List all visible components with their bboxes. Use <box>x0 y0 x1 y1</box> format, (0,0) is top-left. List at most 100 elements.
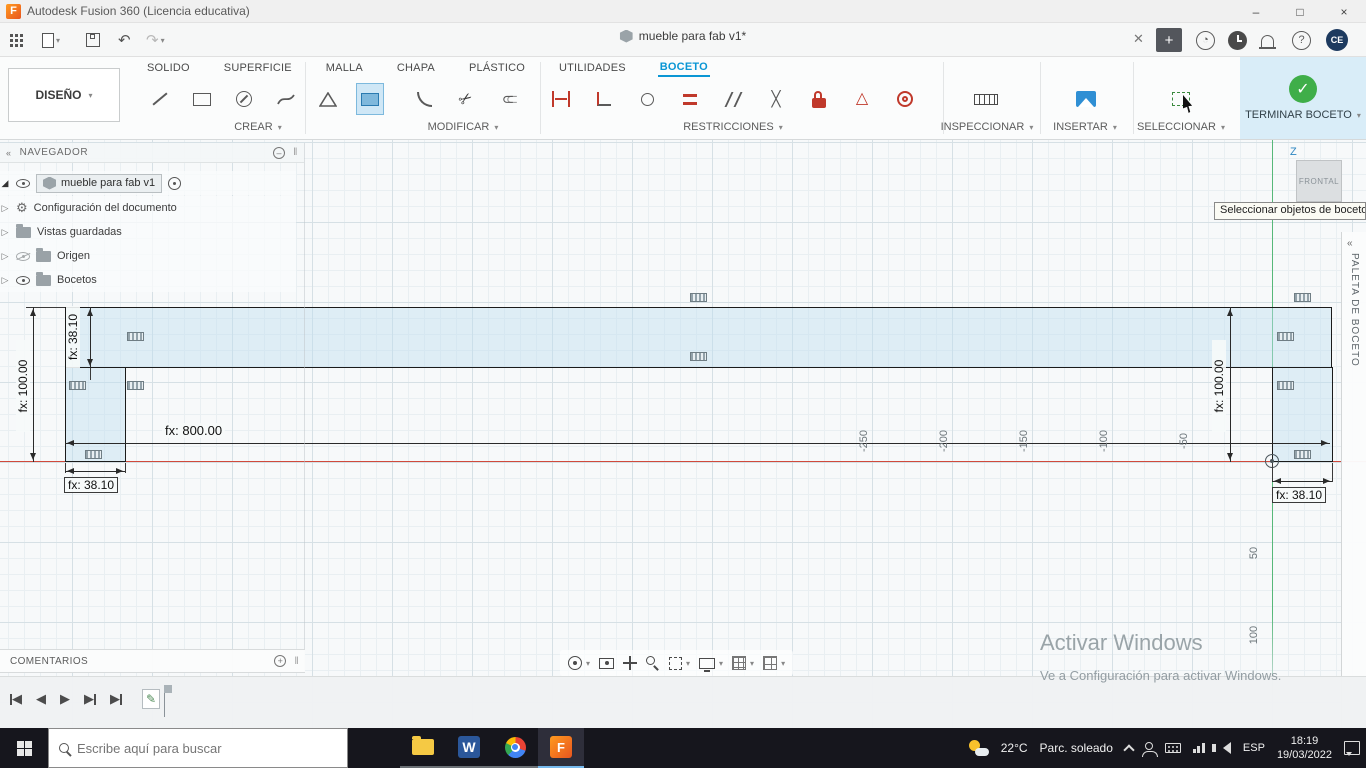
polygon-tool[interactable] <box>314 83 342 115</box>
sketch-dimension-tool[interactable] <box>547 83 575 115</box>
finish-sketch-button[interactable]: ✓ TERMINAR BOCETO ▾ <box>1240 57 1366 139</box>
tree-item-doc-settings[interactable]: ▷ ⚙ Configuración del documento <box>0 196 296 220</box>
constraint-badge[interactable] <box>1294 293 1311 302</box>
dimension-right-height[interactable]: fx: 100.00 <box>1212 340 1226 432</box>
activate-component-icon[interactable] <box>168 176 182 190</box>
look-at-button[interactable] <box>599 657 615 669</box>
visibility-eye-icon[interactable] <box>16 178 30 188</box>
rectangle-tool[interactable] <box>188 83 216 115</box>
measure-tool[interactable] <box>972 83 1000 115</box>
modificar-group-label[interactable]: MODIFICAR ▾ <box>428 121 499 133</box>
app-grid-button[interactable] <box>10 29 23 51</box>
visibility-eye-icon[interactable] <box>16 275 30 285</box>
expander-icon[interactable]: ▷ <box>0 227 10 238</box>
equal-tool[interactable] <box>676 83 704 115</box>
inspeccionar-group-label[interactable]: INSPECCIONAR ▾ <box>941 121 1034 133</box>
concentric-tool[interactable] <box>891 83 919 115</box>
tab-utilidades[interactable]: UTILIDADES <box>557 60 628 76</box>
constraint-badge[interactable] <box>1277 332 1294 341</box>
tab-chapa[interactable]: CHAPA <box>395 60 437 76</box>
expander-icon[interactable]: ▷ <box>0 251 10 262</box>
collapse-panel-icon[interactable]: « <box>6 148 12 158</box>
tree-item-saved-views[interactable]: ▷ Vistas guardadas <box>0 220 296 244</box>
timeline-go-start-button[interactable]: ◀ <box>10 691 22 707</box>
tab-solido[interactable]: SOLIDO <box>145 60 192 76</box>
network-icon[interactable] <box>1192 743 1205 753</box>
workspace-selector[interactable]: DISEÑO ▾ <box>8 68 120 122</box>
taskbar-search[interactable] <box>48 728 348 768</box>
viewports-button[interactable]: ▾ <box>763 656 785 670</box>
rectangle-2point-tool[interactable] <box>356 83 384 115</box>
constraint-badge[interactable] <box>690 293 707 302</box>
perpendicular-tool[interactable]: ╳ <box>762 83 790 115</box>
tree-item-sketches[interactable]: ▷ Bocetos <box>0 268 296 292</box>
horizontal-vertical-tool[interactable] <box>590 83 618 115</box>
job-status-button[interactable] <box>1228 29 1247 51</box>
dimension-line-right[interactable] <box>1227 307 1233 462</box>
file-menu-button[interactable]: ▾ <box>42 29 60 51</box>
insertar-group-label[interactable]: INSERTAR ▾ <box>1053 121 1117 133</box>
select-tool[interactable] <box>1167 83 1195 115</box>
fit-button[interactable]: ▾ <box>669 656 690 670</box>
start-button[interactable] <box>0 728 48 768</box>
people-icon[interactable] <box>1141 742 1158 757</box>
weather-icon[interactable] <box>968 740 989 756</box>
seleccionar-group-label[interactable]: SELECCIONAR ▾ <box>1137 121 1225 133</box>
viewcube[interactable]: FRONTAL <box>1296 160 1342 202</box>
timeline-step-forward-button[interactable]: ▶ <box>84 691 96 707</box>
pan-button[interactable] <box>623 656 638 670</box>
save-button[interactable] <box>86 29 100 51</box>
visibility-off-eye-icon[interactable] <box>16 251 30 261</box>
tab-plastico[interactable]: PLÁSTICO <box>467 60 527 76</box>
tangent-tool[interactable] <box>633 83 661 115</box>
fillet-tool[interactable] <box>410 83 438 115</box>
minus-circle-icon[interactable]: – <box>273 146 286 159</box>
midpoint-tool[interactable]: △ <box>848 83 876 115</box>
timeline-playhead[interactable] <box>164 685 172 717</box>
clock-date[interactable]: 18:19 19/03/2022 <box>1277 734 1332 763</box>
extensions-button[interactable]: ◔ <box>1196 29 1215 51</box>
orbit-button[interactable]: ▾ <box>568 656 590 670</box>
file-explorer-app[interactable] <box>400 728 446 768</box>
trim-tool[interactable]: ✂ <box>452 83 480 115</box>
tree-root-row[interactable]: ◢ mueble para fab v1 <box>0 171 296 195</box>
tab-superficie[interactable]: SUPERFICIE <box>222 60 294 76</box>
fix-tool[interactable] <box>805 83 833 115</box>
tree-item-origin[interactable]: ▷ Origen <box>0 244 296 268</box>
offset-tool[interactable]: ⊂ <box>494 83 522 115</box>
tab-malla[interactable]: MALLA <box>324 60 365 76</box>
constraint-badge[interactable] <box>690 352 707 361</box>
help-button[interactable]: ? <box>1292 29 1311 51</box>
crear-group-label[interactable]: CREAR ▾ <box>234 121 282 133</box>
expander-icon[interactable]: ▷ <box>0 275 10 286</box>
timeline-play-button[interactable]: ▶ <box>60 691 70 707</box>
timeline-sketch-feature[interactable]: ✎ <box>142 689 160 709</box>
zoom-button[interactable] <box>646 656 660 671</box>
timeline-step-back-button[interactable]: ◀ <box>36 691 46 707</box>
minimize-button[interactable]: – <box>1234 0 1278 23</box>
expand-palette-icon[interactable]: « <box>1347 238 1366 249</box>
expander-icon[interactable]: ▷ <box>0 203 10 214</box>
language-indicator[interactable]: ESP <box>1243 742 1265 754</box>
line-tool[interactable] <box>146 83 174 115</box>
timeline-go-end-button[interactable]: ▶ <box>110 691 122 707</box>
constraint-badge[interactable] <box>1294 450 1311 459</box>
action-center-icon[interactable] <box>1344 741 1360 756</box>
grid-snap-button[interactable]: ▾ <box>732 656 754 670</box>
word-app[interactable]: W <box>446 728 492 768</box>
parallel-tool[interactable] <box>719 83 747 115</box>
tray-expand-icon[interactable] <box>1123 743 1135 756</box>
tab-boceto[interactable]: BOCETO <box>657 59 710 77</box>
undo-button[interactable]: ↶ <box>118 29 131 51</box>
search-input[interactable] <box>77 740 317 756</box>
maximize-button[interactable]: □ <box>1278 0 1322 23</box>
redo-button[interactable]: ↷ ▾ <box>146 29 165 51</box>
spline-tool[interactable] <box>272 83 300 115</box>
user-avatar[interactable]: CE <box>1326 29 1348 51</box>
chrome-app[interactable] <box>492 728 538 768</box>
display-settings-button[interactable]: ▾ <box>699 657 723 672</box>
dimension-line-bottom-right[interactable] <box>1272 478 1332 484</box>
new-document-button[interactable]: + <box>1156 28 1182 52</box>
dimension-bottom-right[interactable]: fx: 38.10 <box>1272 487 1327 503</box>
fusion-app[interactable]: F <box>538 728 584 768</box>
